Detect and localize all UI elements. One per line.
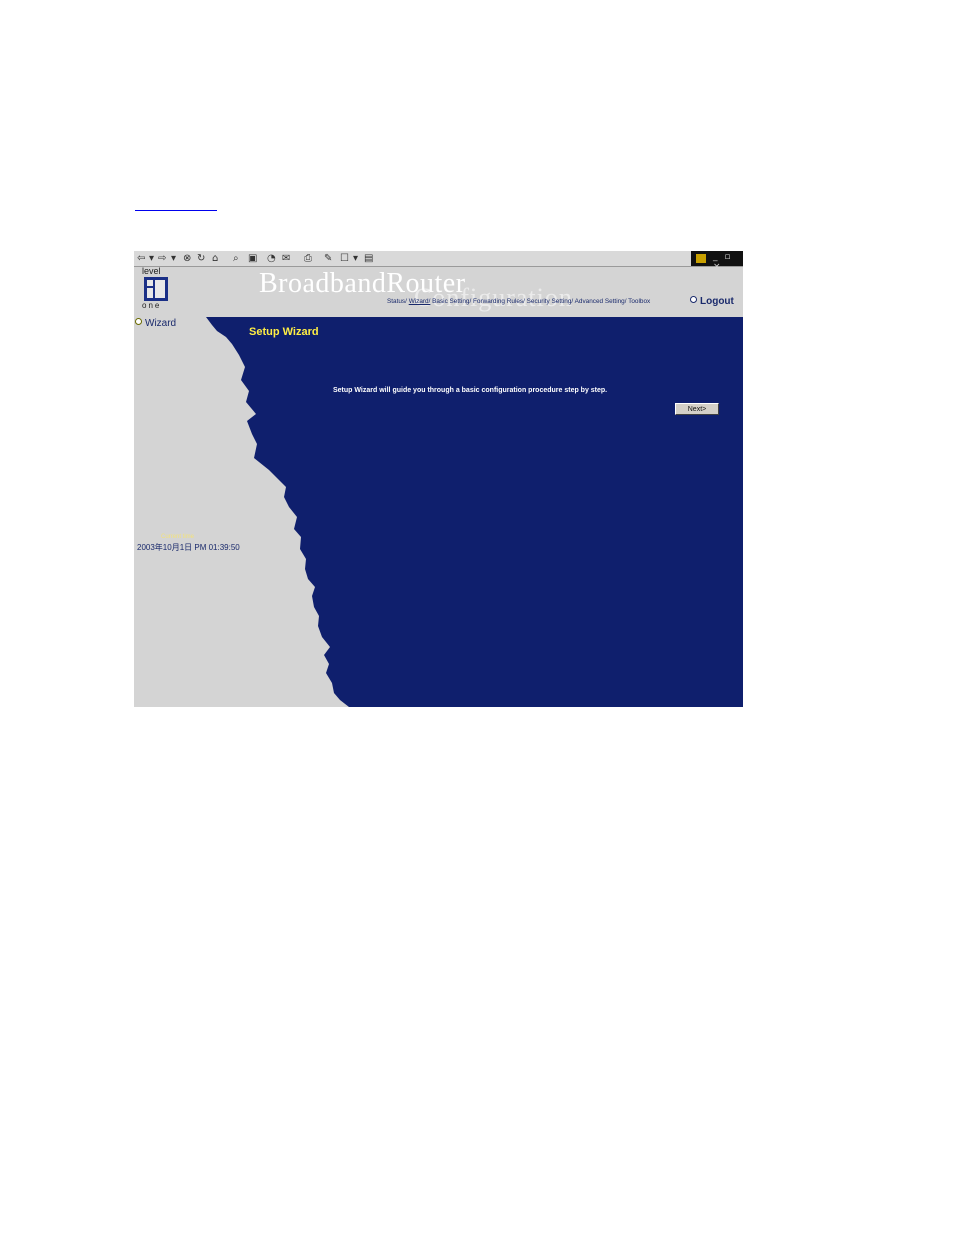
router-config-screenshot: ⇦ ▾ ⇨ ▾ ⊗ ↻ ⌂ ⌕ ▣ ◔ ✉ ⎙ ✎ ☐ ▾ ▤ _ ▫ × le…	[134, 251, 743, 707]
refresh-icon[interactable]: ↻	[197, 253, 205, 264]
mail-icon[interactable]: ✉	[282, 253, 290, 264]
browser-toolbar: ⇦ ▾ ⇨ ▾ ⊗ ↻ ⌂ ⌕ ▣ ◔ ✉ ⎙ ✎ ☐ ▾ ▤ _ ▫ ×	[134, 251, 743, 272]
stop-icon[interactable]: ⊗	[183, 253, 191, 264]
next-button[interactable]: Next>	[675, 403, 719, 415]
levelone-logo: level one	[142, 266, 170, 313]
logout-label: Logout	[700, 296, 734, 307]
wizard-message: Setup Wizard will guide you through a ba…	[333, 387, 608, 394]
main-panel-bg	[206, 317, 743, 707]
logo-text-bottom: one	[142, 301, 162, 310]
discuss-icon[interactable]: ☐	[340, 253, 349, 264]
nav-item-toolbox[interactable]: Toolbox	[628, 298, 650, 305]
messenger-icon[interactable]: ▤	[364, 253, 373, 264]
router-header: level one BroadbandRouter Configuration …	[134, 266, 743, 317]
favorites-icon[interactable]: ▣	[248, 253, 257, 264]
nav-item-status[interactable]: Status/	[387, 298, 407, 305]
logout-link[interactable]: Logout	[690, 296, 734, 307]
history-icon[interactable]: ◔	[267, 253, 276, 264]
bullet-icon	[135, 318, 142, 325]
nav-item-advanced-setting[interactable]: Advanced Setting/	[575, 298, 627, 305]
document-link[interactable]	[135, 196, 217, 211]
logo-text-top: level	[142, 266, 161, 276]
nav-item-security-setting[interactable]: Security Setting/	[527, 298, 574, 305]
back-icon[interactable]: ⇦	[137, 253, 145, 264]
windows-logo-icon	[696, 254, 706, 263]
current-time-label: Current time	[161, 534, 195, 540]
page-title: Setup Wizard	[249, 326, 319, 338]
sidebar-wizard-label: Wizard	[145, 318, 177, 329]
top-nav: Status/ Wizard/ Basic Setting/ Forwardin…	[387, 298, 650, 305]
nav-item-wizard[interactable]: Wizard/	[409, 298, 431, 305]
search-icon[interactable]: ⌕	[233, 253, 239, 264]
edit-icon[interactable]: ✎	[324, 253, 332, 264]
dropdown-icon[interactable]: ▾	[171, 253, 176, 264]
dropdown-icon[interactable]: ▾	[353, 253, 358, 264]
dropdown-icon[interactable]: ▾	[149, 253, 154, 264]
home-icon[interactable]: ⌂	[212, 253, 218, 264]
bullet-icon	[690, 296, 697, 303]
nav-item-basic-setting[interactable]: Basic Setting/	[432, 298, 471, 305]
forward-icon[interactable]: ⇨	[158, 253, 166, 264]
print-icon[interactable]: ⎙	[304, 253, 312, 264]
nav-item-forwarding-rules[interactable]: Forwarding Rules/	[473, 298, 525, 305]
sidebar-item-wizard[interactable]: Wizard	[135, 318, 176, 329]
current-time-value: 2003年10月1日 PM 01:39:50	[137, 543, 240, 552]
window-controls: _ ▫ ×	[691, 251, 743, 272]
logo-mark	[144, 277, 168, 301]
